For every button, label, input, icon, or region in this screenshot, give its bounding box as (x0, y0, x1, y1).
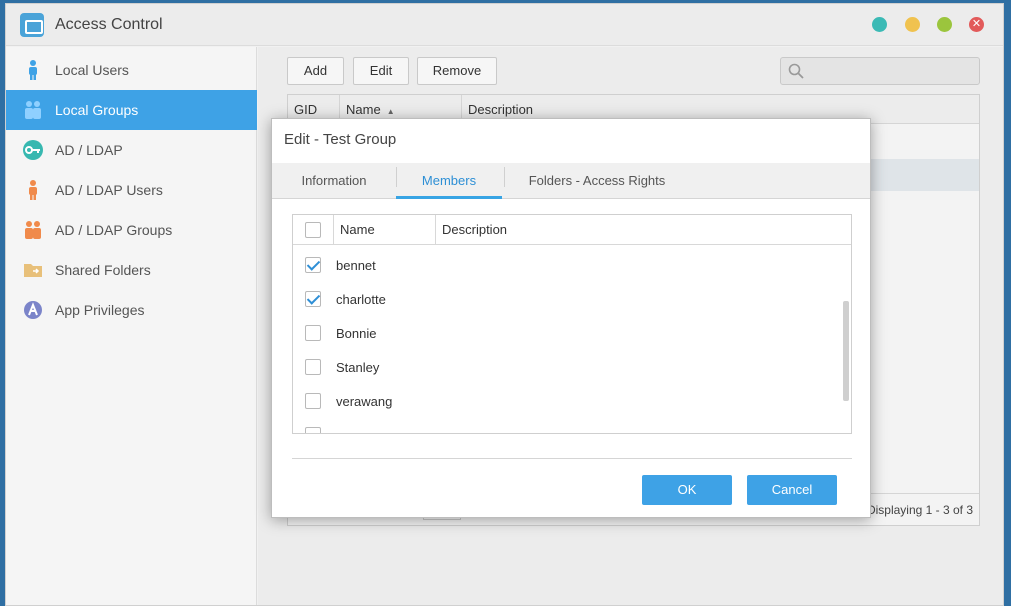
member-checkbox[interactable] (305, 291, 321, 307)
cancel-button[interactable]: Cancel (747, 475, 837, 505)
member-checkbox[interactable] (305, 427, 321, 433)
window-button-green[interactable] (937, 17, 952, 32)
sidebar-item-shared-folders[interactable]: Shared Folders (6, 250, 257, 290)
edit-group-dialog: Edit - Test Group Information Members Fo… (271, 118, 871, 518)
sidebar-item-local-users[interactable]: Local Users (6, 50, 257, 90)
member-name: verawang (336, 394, 393, 409)
sidebar-item-label: AD / LDAP Users (55, 182, 163, 198)
sidebar-item-label: App Privileges (55, 302, 145, 318)
ok-button[interactable]: OK (642, 475, 732, 505)
sidebar-item-label: AD / LDAP Groups (55, 222, 173, 238)
list-item[interactable]: Bonnie (293, 316, 851, 350)
app-title: Access Control (55, 16, 163, 33)
list-item[interactable]: charlotte (293, 282, 851, 316)
member-name: bennet (336, 258, 376, 273)
tab-information[interactable]: Information (292, 163, 376, 199)
list-item[interactable] (293, 418, 851, 433)
sidebar-item-label: Local Groups (55, 102, 139, 118)
member-checkbox[interactable] (305, 325, 321, 341)
tab-members[interactable]: Members (396, 163, 502, 199)
members-header: Name Description (293, 215, 851, 245)
key-icon (23, 140, 43, 160)
access-control-icon (20, 13, 44, 37)
user-icon (29, 60, 37, 80)
column-name-label: Name (346, 102, 381, 117)
list-item[interactable]: Stanley (293, 350, 851, 384)
tab-divider (504, 167, 505, 187)
folder-icon (24, 264, 42, 277)
sidebar-item-ad-ldap-users[interactable]: AD / LDAP Users (6, 170, 257, 210)
sidebar: Local Users Local Groups AD / LDAP AD / … (6, 47, 257, 605)
dialog-divider (292, 458, 852, 459)
select-all-checkbox[interactable] (305, 222, 321, 238)
column-name[interactable]: Name (333, 215, 435, 245)
title-bar: Access Control ✕ (6, 4, 1003, 46)
window-button-teal[interactable] (872, 17, 887, 32)
edit-button[interactable]: Edit (353, 57, 409, 85)
list-item[interactable]: verawang (293, 384, 851, 418)
member-checkbox[interactable] (305, 359, 321, 375)
member-checkbox[interactable] (305, 393, 321, 409)
members-scrollbar[interactable] (843, 301, 849, 401)
add-button[interactable]: Add (287, 57, 344, 85)
list-item[interactable]: bennet (293, 248, 851, 282)
member-checkbox[interactable] (305, 257, 321, 273)
tab-divider (396, 167, 397, 187)
group-icon (25, 221, 41, 239)
user-icon (29, 180, 37, 200)
sort-ascending-icon: ▲ (386, 107, 395, 116)
search-icon (788, 63, 804, 79)
group-icon (25, 101, 41, 119)
search-input[interactable] (780, 57, 980, 85)
sidebar-item-label: Local Users (55, 62, 129, 78)
sidebar-item-local-groups[interactable]: Local Groups (6, 90, 257, 130)
sidebar-item-label: Shared Folders (55, 262, 151, 278)
column-description[interactable]: Description (435, 215, 851, 245)
sidebar-item-ad-ldap[interactable]: AD / LDAP (6, 130, 257, 170)
member-name: Bonnie (336, 326, 377, 341)
dialog-tabs: Information Members Folders - Access Rig… (272, 163, 870, 199)
member-name: charlotte (336, 292, 386, 307)
close-icon: ✕ (971, 18, 982, 30)
remove-button[interactable]: Remove (417, 57, 497, 85)
pagination-summary: Displaying 1 - 3 of 3 (866, 503, 973, 517)
tab-folders-access-rights[interactable]: Folders - Access Rights (522, 163, 672, 199)
window-button-yellow[interactable] (905, 17, 920, 32)
sidebar-item-ad-ldap-groups[interactable]: AD / LDAP Groups (6, 210, 257, 250)
sidebar-item-label: AD / LDAP (55, 142, 123, 158)
app-icon (24, 301, 42, 319)
members-list: Name Description bennet charlotte Bonnie… (292, 214, 852, 434)
close-button[interactable]: ✕ (969, 17, 984, 32)
member-name: Stanley (336, 360, 380, 375)
sidebar-item-app-privileges[interactable]: App Privileges (6, 290, 257, 330)
dialog-title: Edit - Test Group (284, 131, 397, 148)
